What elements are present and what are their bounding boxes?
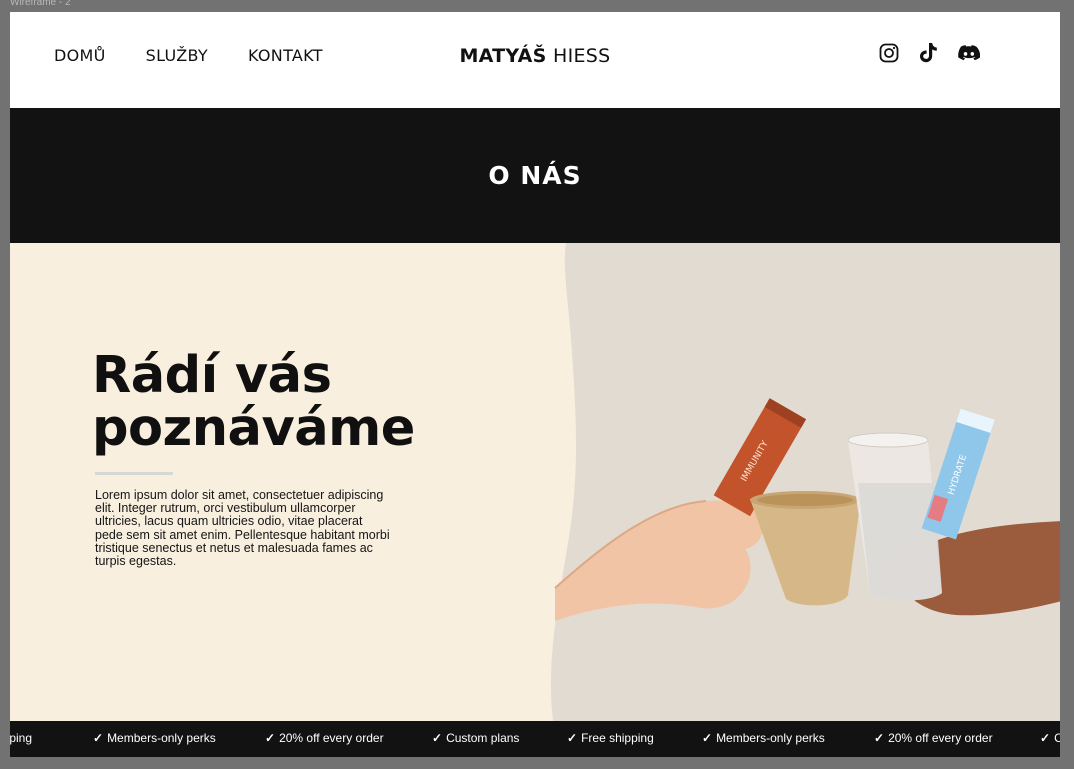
marquee-item: ✓ Free shipping bbox=[567, 731, 654, 745]
marquee-item: ✓ 20% off every order bbox=[265, 731, 384, 745]
title-divider bbox=[95, 472, 173, 475]
site-header: DOMŮ SLUŽBY KONTAKT MATYÁŠ HIESS bbox=[10, 12, 1060, 108]
brand-last-name: HIESS bbox=[553, 45, 611, 67]
check-icon: ✓ bbox=[874, 731, 885, 745]
marquee-item: ✓ Members-only perks bbox=[702, 731, 825, 745]
marquee-item: ✓ 20% off every order bbox=[874, 731, 993, 745]
check-icon: ✓ bbox=[93, 731, 104, 745]
tiktok-icon[interactable] bbox=[918, 42, 940, 64]
frame-label: Wireframe - 2 bbox=[10, 0, 71, 8]
check-icon: ✓ bbox=[432, 731, 443, 745]
hero-title: Rádí vás poznáváme bbox=[92, 349, 415, 455]
check-icon: ✓ bbox=[567, 731, 578, 745]
hero-section: IMMUNITY HYDRATE Rádí vás poznáváme Lore… bbox=[10, 243, 1060, 721]
instagram-icon[interactable] bbox=[878, 42, 900, 64]
hero-description: Lorem ipsum dolor sit amet, consectetuer… bbox=[95, 488, 390, 569]
marquee-item: ipping bbox=[10, 731, 32, 745]
check-icon: ✓ bbox=[1040, 731, 1051, 745]
perks-marquee: ipping ✓Members-only perks ✓20% off ever… bbox=[10, 721, 1060, 757]
discord-icon[interactable] bbox=[958, 42, 980, 64]
marquee-item-text: Free shipping bbox=[581, 731, 654, 745]
marquee-item-text: Members-only perks bbox=[107, 731, 216, 745]
brand-first-name: MATYÁŠ bbox=[459, 45, 547, 67]
marquee-item-text: 20% off every order bbox=[279, 731, 384, 745]
marquee-item-text: ipping bbox=[10, 731, 33, 745]
check-icon: ✓ bbox=[265, 731, 276, 745]
marquee-item-text: C bbox=[1054, 731, 1060, 745]
social-links bbox=[878, 42, 980, 64]
check-icon: ✓ bbox=[702, 731, 713, 745]
marquee-item-text: Members-only perks bbox=[716, 731, 825, 745]
hero-photo: IMMUNITY HYDRATE bbox=[550, 243, 1060, 721]
section-banner: O NÁS bbox=[10, 108, 1060, 243]
hero-title-line-1: Rádí vás bbox=[92, 346, 332, 405]
marquee-item: ✓ C bbox=[1040, 731, 1060, 745]
marquee-item: ✓ Members-only perks bbox=[93, 731, 216, 745]
marquee-item-text: Custom plans bbox=[446, 731, 520, 745]
hero-title-line-2: poznáváme bbox=[92, 399, 415, 458]
section-title: O NÁS bbox=[488, 161, 582, 190]
marquee-item-text: 20% off every order bbox=[888, 731, 993, 745]
marquee-item: ✓ Custom plans bbox=[432, 731, 519, 745]
page-frame: DOMŮ SLUŽBY KONTAKT MATYÁŠ HIESS O NÁS I… bbox=[10, 12, 1060, 757]
